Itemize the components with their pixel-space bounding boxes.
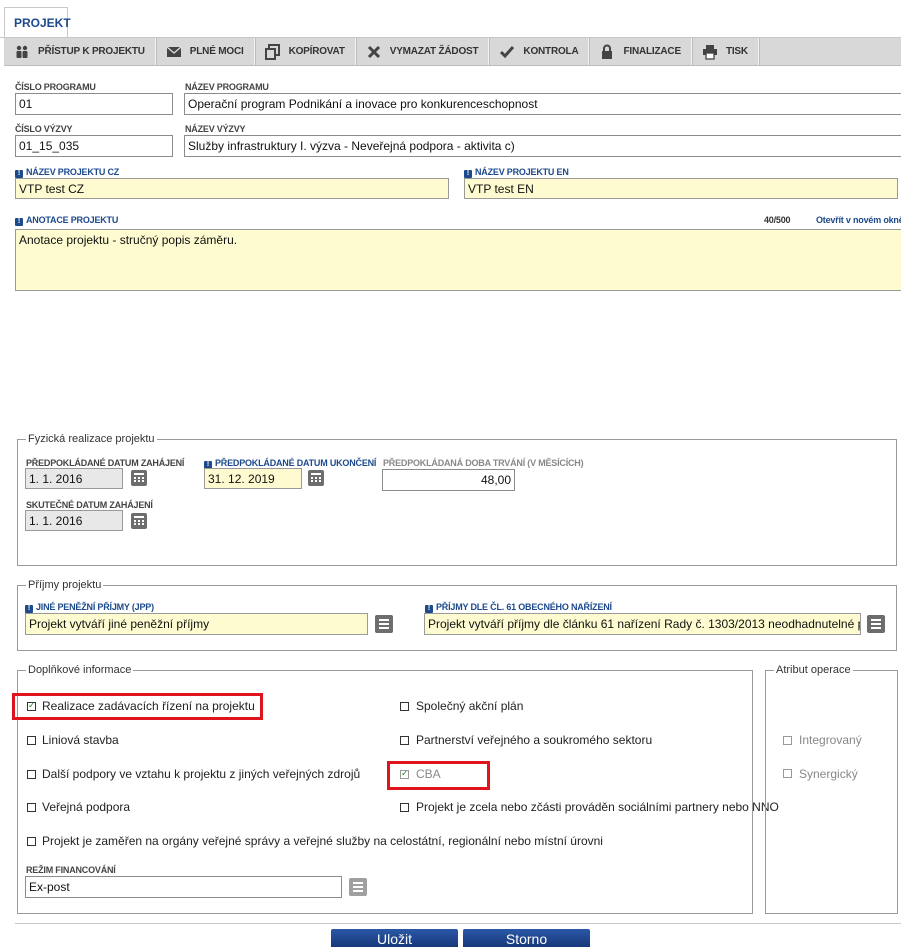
annotation-textarea[interactable]: Anotace projektu - stručný popis záměru. (15, 229, 901, 291)
print-label: TISK (725, 46, 748, 57)
project-name-cz-field[interactable]: VTP test CZ (15, 178, 449, 199)
financing-mode-field[interactable]: Ex-post (25, 876, 342, 898)
required-icon: ! (425, 605, 433, 613)
cancel-button[interactable]: Storno (463, 929, 590, 947)
art61-field[interactable]: Projekt vytváří příjmy dle článku 61 nař… (424, 613, 861, 635)
envelope-icon (166, 46, 182, 57)
joint-action-plan-checkbox[interactable] (400, 702, 409, 711)
list-icon[interactable] (867, 615, 885, 633)
lock-icon (602, 44, 613, 59)
actual-start-date-field[interactable]: 1. 1. 2016 (25, 510, 123, 531)
copy-button[interactable]: KOPÍROVAT (255, 38, 356, 65)
jpp-field[interactable]: Projekt vytváří jiné peněžní příjmy (25, 613, 368, 635)
copy-icon (264, 43, 280, 60)
finalize-button[interactable]: FINALIZACE (589, 38, 692, 65)
integrated-label: Integrovaný (799, 733, 862, 747)
linear-construction-label: Liniová stavba (42, 733, 119, 747)
save-button[interactable]: Uložit (331, 929, 458, 947)
joint-action-plan-label: Společný akční plán (416, 699, 524, 713)
call-number-label: ČÍSLO VÝZVY (15, 124, 73, 134)
powers-label: PLNÉ MOCI (189, 46, 244, 57)
annotation-label: ! ANOTACE PROJEKTU (15, 215, 118, 226)
call-number-field[interactable]: 01_15_035 (15, 135, 173, 157)
public-admin-label: Projekt je zaměřen na orgány veřejné spr… (42, 834, 603, 848)
start-date-label: PŘEDPOKLÁDANÉ DATUM ZAHÁJENÍ (26, 458, 185, 468)
program-number-label: ČÍSLO PROGRAMU (15, 82, 96, 92)
copy-label: KOPÍROVAT (288, 46, 345, 57)
synergic-checkbox[interactable] (783, 769, 792, 778)
delete-label: VYMAZAT ŽÁDOST (389, 46, 479, 57)
program-number-field[interactable]: 01 (15, 93, 173, 115)
operation-attribute-fieldset (765, 670, 898, 914)
calendar-icon[interactable] (131, 470, 147, 486)
required-icon: ! (15, 218, 23, 226)
end-date-field[interactable]: 31. 12. 2019 (204, 468, 302, 489)
synergic-label: Synergický (799, 767, 858, 781)
required-icon: ! (25, 605, 33, 613)
calendar-icon[interactable] (131, 513, 147, 529)
additional-info-legend: Doplňkové informace (26, 664, 134, 676)
check-button[interactable]: KONTROLA (489, 38, 590, 65)
jpp-label: ! JINÉ PENĚŽNÍ PŘÍJMY (JPP) (25, 602, 154, 613)
call-name-field[interactable]: Služby infrastruktury I. výzva - Neveřej… (184, 135, 901, 157)
required-icon: ! (464, 170, 472, 178)
start-date-field[interactable]: 1. 1. 2016 (25, 468, 123, 489)
highlight-box (387, 761, 490, 790)
printer-icon (702, 44, 717, 60)
ppp-checkbox[interactable] (400, 736, 409, 745)
financing-mode-label: REŽIM FINANCOVÁNÍ (26, 865, 116, 875)
public-admin-checkbox[interactable] (27, 837, 36, 846)
check-icon (500, 45, 515, 58)
program-name-field[interactable]: Operační program Podnikání a inovace pro… (184, 93, 901, 115)
project-name-cz-label: ! NÁZEV PROJEKTU CZ (15, 167, 119, 178)
operation-attribute-legend: Atribut operace (774, 664, 853, 676)
actual-start-date-label: SKUTEČNÉ DATUM ZAHÁJENÍ (26, 500, 153, 510)
state-aid-label: Veřejná podpora (42, 800, 131, 814)
calendar-icon[interactable] (308, 470, 324, 486)
list-icon[interactable] (349, 878, 367, 896)
duration-field[interactable]: 48,00 (382, 469, 515, 491)
delete-icon (367, 45, 380, 58)
call-name-label: NÁZEV VÝZVY (185, 124, 246, 134)
tab-projekt[interactable]: PROJEKT (4, 7, 71, 37)
social-partners-checkbox[interactable] (400, 803, 409, 812)
project-name-en-label: ! NÁZEV PROJEKTU EN (464, 167, 569, 178)
access-label: PŘÍSTUP K PROJEKTU (38, 46, 145, 57)
other-support-label: Další podpory ve vztahu k projektu z jin… (42, 767, 361, 781)
check-label: KONTROLA (523, 46, 579, 57)
highlight-box (12, 693, 263, 720)
art61-label: ! PŘÍJMY DLE ČL. 61 OBECNÉHO NAŘÍZENÍ (425, 602, 612, 613)
print-button[interactable]: TISK (692, 38, 759, 65)
other-support-checkbox[interactable] (27, 770, 36, 779)
required-icon: ! (15, 170, 23, 178)
open-new-window-link[interactable]: Otevřít v novém okně (816, 215, 901, 225)
delete-application-button[interactable]: VYMAZAT ŽÁDOST (356, 38, 490, 65)
income-legend: Příjmy projektu (26, 579, 104, 591)
footer-divider (15, 923, 901, 924)
state-aid-checkbox[interactable] (27, 803, 36, 812)
toolbar: PŘÍSTUP K PROJEKTU PLNÉ MOCI KOPÍROVAT V… (4, 38, 901, 66)
integrated-checkbox[interactable] (783, 736, 792, 745)
ppp-label: Partnerství veřejného a soukromého sekto… (416, 733, 653, 747)
duration-label: PŘEDPOKLÁDANÁ DOBA TRVÁNÍ (V MĚSÍCÍCH) (383, 458, 584, 468)
linear-construction-checkbox[interactable] (27, 736, 36, 745)
access-button[interactable]: PŘÍSTUP K PROJEKTU (4, 38, 156, 65)
powers-of-attorney-button[interactable]: PLNÉ MOCI (156, 38, 255, 65)
project-name-en-field[interactable]: VTP test EN (464, 178, 898, 199)
physical-realization-legend: Fyzická realizace projektu (26, 433, 157, 445)
program-name-label: NÁZEV PROGRAMU (185, 82, 269, 92)
people-icon (16, 45, 28, 58)
annotation-counter: 40/500 (764, 215, 791, 225)
finalize-label: FINALIZACE (623, 46, 681, 57)
list-icon[interactable] (375, 615, 393, 633)
social-partners-label: Projekt je zcela nebo zčásti prováděn so… (416, 800, 779, 814)
